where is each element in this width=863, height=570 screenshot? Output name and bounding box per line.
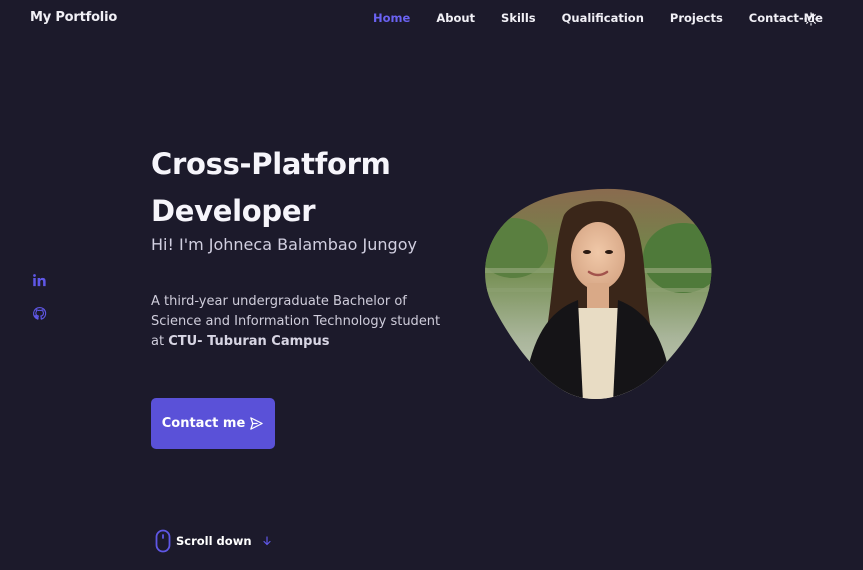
contact-me-button[interactable]: Contact me	[151, 398, 275, 449]
social-links	[32, 273, 47, 339]
campus-name: CTU- Tuburan Campus	[168, 334, 330, 349]
nav-item-projects[interactable]: Projects	[670, 11, 723, 25]
nav-menu: Home About Skills Qualification Projects…	[373, 11, 823, 25]
nav-item-qualification[interactable]: Qualification	[562, 11, 644, 25]
github-icon[interactable]	[32, 306, 47, 321]
scroll-down-button[interactable]: Scroll down	[155, 529, 273, 553]
contact-me-label: Contact me	[161, 416, 246, 431]
hero-title: Cross-Platform Developer	[151, 147, 391, 228]
nav-item-home[interactable]: Home	[373, 11, 410, 25]
site-logo[interactable]: My Portfolio	[30, 10, 117, 25]
nav-item-skills[interactable]: Skills	[501, 11, 536, 25]
hero-description: A third-year undergraduate Bachelor of S…	[151, 292, 441, 352]
sun-icon[interactable]	[804, 12, 818, 26]
hero-subtitle: Hi! I'm Johneca Balambao Jungoy	[151, 235, 417, 254]
nav-item-about[interactable]: About	[436, 11, 475, 25]
mouse-icon	[155, 529, 171, 553]
scroll-down-label: Scroll down	[176, 534, 252, 548]
profile-photo	[485, 188, 712, 400]
navbar: My Portfolio Home About Skills Qualifica…	[0, 0, 863, 38]
send-icon	[250, 417, 264, 430]
arrow-down-icon	[262, 536, 271, 546]
linkedin-icon[interactable]	[32, 273, 47, 288]
